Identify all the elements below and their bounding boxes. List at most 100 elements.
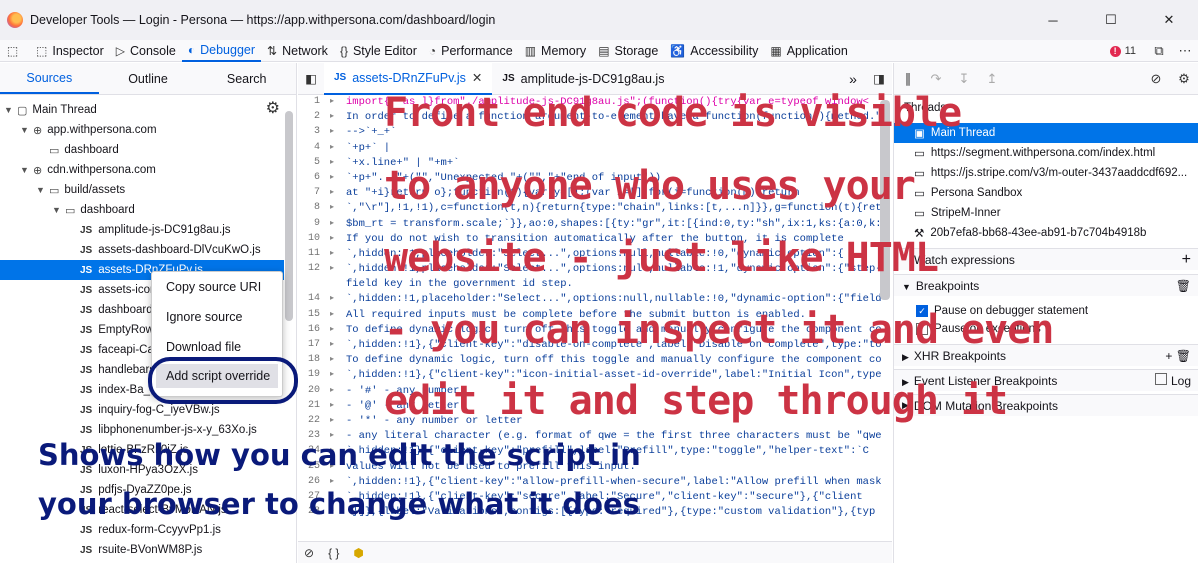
toggle-right-sidebar-icon[interactable]: ◨ <box>866 71 892 86</box>
source-folder-item[interactable]: ▭ dashboard <box>36 140 119 160</box>
tab-style-editor[interactable]: {} Style Editor <box>334 40 423 62</box>
maximize-button[interactable]: ☐ <box>1082 0 1140 40</box>
fold-arrow-icon[interactable]: ▸ <box>330 309 346 324</box>
line-number[interactable]: 22 <box>298 415 330 430</box>
code-line[interactable]: 18 ▸ To define dynamic logic, turn off thi… <box>298 354 892 369</box>
tab-search[interactable]: Search <box>197 63 296 94</box>
pretty-print-braces[interactable]: { } <box>328 546 339 560</box>
line-number[interactable]: 6 <box>298 172 330 187</box>
tab-accessibility[interactable]: ♿ Accessibility <box>664 40 764 62</box>
thread-item[interactable]: ▭ https://js.stripe.com/v3/m-outer-3437aa… <box>894 163 1198 183</box>
fold-arrow-icon[interactable]: ▸ <box>330 157 346 172</box>
fold-arrow-icon[interactable]: ▸ <box>330 187 346 202</box>
line-number[interactable]: 17 <box>298 339 330 354</box>
source-file-item[interactable]: JS rsuite-BVonWM8P.js <box>68 540 202 560</box>
pause-icon[interactable]: ∥ <box>894 71 922 87</box>
chevron-down-icon[interactable]: ▼ <box>36 185 46 195</box>
line-number[interactable]: 16 <box>298 324 330 339</box>
log-checkbox[interactable] <box>1154 373 1167 385</box>
source-file-item[interactable]: JS redux-form-CcyyvPp1.js <box>68 520 221 540</box>
tabs-overflow-icon[interactable]: » <box>840 71 866 87</box>
sources-scrollbar[interactable] <box>285 111 293 321</box>
step-out-icon[interactable]: ↥ <box>978 71 1006 87</box>
thread-item[interactable]: ▭ StripeM-Inner <box>894 203 1198 223</box>
line-number[interactable]: 3 <box>298 126 330 141</box>
fold-arrow-icon[interactable]: ▸ <box>330 400 346 415</box>
tab-performance[interactable]: ◔ Performance <box>423 40 519 62</box>
step-over-icon[interactable]: ↷ <box>922 71 950 87</box>
menu-ignore-source[interactable]: Ignore source <box>152 302 282 332</box>
settings-gear-icon[interactable]: ⚙ <box>266 98 280 118</box>
tab-inspector[interactable]: ⬚ Inspector <box>30 40 110 62</box>
pretty-print-icon[interactable]: ⊘ <box>304 546 314 560</box>
line-number[interactable]: 12 <box>298 263 330 278</box>
tab-debugger[interactable]: ◐ Debugger <box>181 40 262 62</box>
thread-item[interactable]: ▭ Persona Sandbox <box>894 183 1198 203</box>
fold-arrow-icon[interactable]: ▸ <box>330 202 346 217</box>
xhr-controls-icon[interactable]: + 🗑 <box>1165 349 1191 363</box>
source-folder-item[interactable]: ▼ ▭ build/assets <box>36 180 125 200</box>
fold-arrow-icon[interactable]: ▸ <box>330 263 346 278</box>
source-file-item[interactable]: JS assets-dashboard-DlVcuKwO.js <box>68 240 261 260</box>
responsive-design-icon[interactable]: ⧉ <box>1146 43 1172 59</box>
close-tab-icon[interactable]: ✕ <box>472 70 482 85</box>
source-folder-item[interactable]: ▼ ⊕ cdn.withpersona.com <box>20 160 156 180</box>
fold-arrow-icon[interactable]: ▸ <box>330 324 346 339</box>
chevron-down-icon[interactable]: ▼ <box>52 205 62 215</box>
element-picker-button[interactable]: ⬚ <box>0 40 30 62</box>
fold-arrow-icon[interactable]: ▸ <box>330 339 346 354</box>
source-folder-item[interactable]: ▼ ⊕ app.withpersona.com <box>20 120 157 140</box>
line-number[interactable]: 8 <box>298 202 330 217</box>
tab-network[interactable]: ⇅ Network <box>261 40 334 62</box>
disable-breakpoints-icon[interactable]: ⊘ <box>1142 71 1170 87</box>
fold-arrow-icon[interactable]: ▸ <box>330 293 346 308</box>
thread-item[interactable]: ▭ https://segment.withpersona.com/index.h… <box>894 143 1198 163</box>
line-number[interactable]: 1 <box>298 96 330 111</box>
error-count-badge[interactable]: ! 11 <box>1109 45 1136 57</box>
more-options-icon[interactable]: ⋯ <box>1172 43 1198 59</box>
thread-item[interactable]: ⚒ 20b7efa8-bb68-43ee-ab91-b7c704b4918b <box>894 223 1198 243</box>
line-number[interactable]: 18 <box>298 354 330 369</box>
fold-arrow-icon[interactable]: ▸ <box>330 126 346 141</box>
source-folder-item[interactable]: ▼ ▭ dashboard <box>52 200 135 220</box>
source-map-icon[interactable]: ⬢ <box>353 546 363 560</box>
fold-arrow-icon[interactable]: ▸ <box>330 218 346 233</box>
line-number[interactable]: 7 <box>298 187 330 202</box>
debugger-settings-icon[interactable]: ⚙ <box>1170 71 1198 87</box>
close-window-button[interactable]: ✕ <box>1140 0 1198 40</box>
line-number[interactable]: 19 <box>298 369 330 384</box>
line-number[interactable]: 2 <box>298 111 330 126</box>
fold-arrow-icon[interactable]: ▸ <box>330 415 346 430</box>
add-watch-icon[interactable]: + <box>1182 251 1191 269</box>
fold-arrow-icon[interactable]: ▸ <box>330 248 346 263</box>
fold-arrow-icon[interactable]: ▸ <box>330 385 346 400</box>
source-folder-item[interactable]: ▼ ▢ Main Thread <box>4 100 97 120</box>
tab-storage[interactable]: ▤ Storage <box>592 40 664 62</box>
watch-expressions-header[interactable]: Watch expressions + <box>894 248 1198 270</box>
chevron-down-icon[interactable]: ▼ <box>20 165 30 175</box>
trash-icon[interactable]: 🗑 <box>1176 279 1191 293</box>
fold-arrow-icon[interactable]: ▸ <box>330 233 346 248</box>
menu-copy-source-uri[interactable]: Copy source URI <box>152 272 282 302</box>
step-in-icon[interactable]: ↧ <box>950 71 978 87</box>
source-file-item[interactable]: JS libphonenumber-js-x-y_63Xo.js <box>68 420 257 440</box>
fold-arrow-icon[interactable] <box>330 278 346 293</box>
code-line[interactable]: 4 ▸ `+p+` | <box>298 142 892 157</box>
tab-sources[interactable]: Sources <box>0 63 99 94</box>
fold-arrow-icon[interactable]: ▸ <box>330 354 346 369</box>
code-line[interactable]: 9 ▸ $bm_rt = transform.scale;`}},ao:0,shap… <box>298 218 892 233</box>
breakpoints-header[interactable]: ▼ Breakpoints 🗑 <box>894 274 1198 296</box>
chevron-down-icon[interactable]: ▼ <box>4 105 14 115</box>
chevron-down-icon[interactable]: ▼ <box>20 125 30 135</box>
line-number[interactable]: 9 <box>298 218 330 233</box>
fold-arrow-icon[interactable]: ▸ <box>330 369 346 384</box>
line-number[interactable]: 5 <box>298 157 330 172</box>
minimize-button[interactable]: ─ <box>1024 0 1082 40</box>
tab-outline[interactable]: Outline <box>99 63 198 94</box>
fold-arrow-icon[interactable]: ▸ <box>330 111 346 126</box>
line-number[interactable]: 4 <box>298 142 330 157</box>
line-number[interactable] <box>298 278 330 293</box>
line-number[interactable]: 15 <box>298 309 330 324</box>
line-number[interactable]: 10 <box>298 233 330 248</box>
toggle-sidebar-icon[interactable]: ◧ <box>298 71 324 86</box>
